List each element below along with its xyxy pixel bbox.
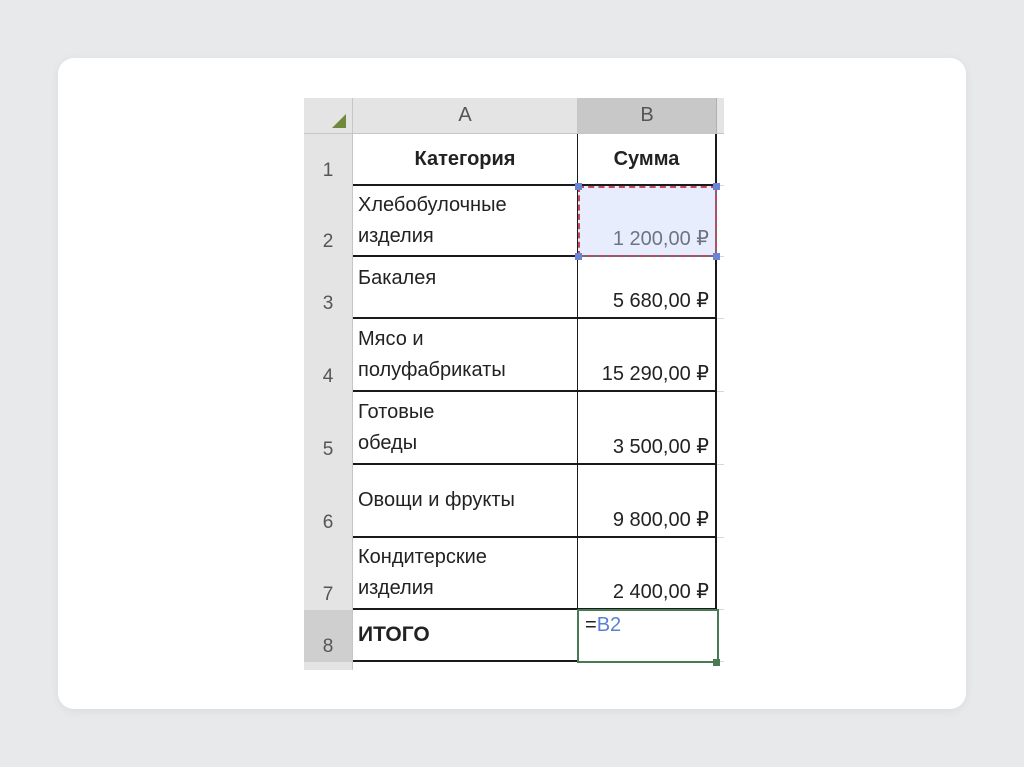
cell-a1[interactable]: Категория [353,134,578,186]
column-header-b[interactable]: B [578,98,717,134]
cell-b6[interactable]: 9 800,00 ₽ [578,465,717,538]
formula-reference: B2 [596,614,622,636]
category-label: Мясо и [358,327,424,350]
row-header-4[interactable]: 4 [304,319,353,392]
category-label: Овощи и фрукты [358,489,515,511]
cell-c6[interactable] [717,465,724,538]
amount-header: Сумма [613,147,680,170]
column-header-c-partial[interactable] [717,98,724,134]
active-cell-editor[interactable]: =B2 [577,609,719,663]
cell-b5[interactable]: 3 500,00 ₽ [578,392,717,465]
amount-value: 2 400,00 ₽ [612,581,709,603]
category-label: Готовые [358,400,435,423]
spreadsheet: A B 1 Категория Сумма 2 Хлебобулочные из… [304,98,724,670]
cell-b4[interactable]: 15 290,00 ₽ [578,319,717,392]
cell-a3[interactable]: Бакалея [353,257,578,319]
amount-value: 9 800,00 ₽ [612,509,709,531]
column-header-a[interactable]: A [353,98,578,134]
cell-c7[interactable] [717,538,724,610]
select-all-triangle-icon [332,114,346,128]
row-header-5[interactable]: 5 [304,392,353,465]
row-header-2[interactable]: 2 [304,186,353,257]
cell-c1[interactable] [717,134,724,186]
select-all-corner[interactable] [304,98,353,134]
cell-c5[interactable] [717,392,724,465]
formula-equals: = [585,614,597,636]
reference-handle-bottom-right[interactable] [713,253,720,260]
amount-value: 5 680,00 ₽ [612,290,709,312]
row-header-9-partial[interactable] [304,662,353,670]
category-label: Хлебобулочные [358,193,507,216]
row-header-8[interactable]: 8 [304,610,353,662]
cell-b1[interactable]: Сумма [578,134,717,186]
cell-b3[interactable]: 5 680,00 ₽ [578,257,717,319]
category-label: Бакалея [358,267,437,289]
cell-a4[interactable]: Мясо и полуфабрикаты [353,319,578,392]
cell-a5[interactable]: Готовые обеды [353,392,578,465]
cell-a2[interactable]: Хлебобулочные изделия [353,186,578,257]
reference-handle-top-left[interactable] [575,183,582,190]
cell-b7[interactable]: 2 400,00 ₽ [578,538,717,610]
total-label: ИТОГО [358,623,430,646]
cell-c2[interactable] [717,186,724,257]
cell-a8[interactable]: ИТОГО [353,610,578,662]
row-header-1[interactable]: 1 [304,134,353,186]
amount-value: 1 200,00 ₽ [612,228,709,250]
reference-handle-bottom-left[interactable] [575,253,582,260]
reference-handle-top-right[interactable] [713,183,720,190]
category-label: изделия [358,577,434,599]
category-label: Кондитерские [358,546,487,568]
row-header-3[interactable]: 3 [304,257,353,319]
category-label: изделия [358,224,434,247]
cell-c4[interactable] [717,319,724,392]
row-header-6[interactable]: 6 [304,465,353,538]
category-label: полуфабрикаты [358,358,506,381]
amount-value: 3 500,00 ₽ [612,436,709,458]
cell-a7[interactable]: Кондитерские изделия [353,538,578,610]
row-header-7[interactable]: 7 [304,538,353,610]
cell-a6[interactable]: Овощи и фрукты [353,465,578,538]
category-label: обеды [358,431,418,454]
amount-value: 15 290,00 ₽ [601,363,709,385]
fill-handle[interactable] [713,659,720,666]
category-header: Категория [414,147,516,170]
cell-b2[interactable]: 1 200,00 ₽ [578,186,717,257]
cell-c3[interactable] [717,257,724,319]
